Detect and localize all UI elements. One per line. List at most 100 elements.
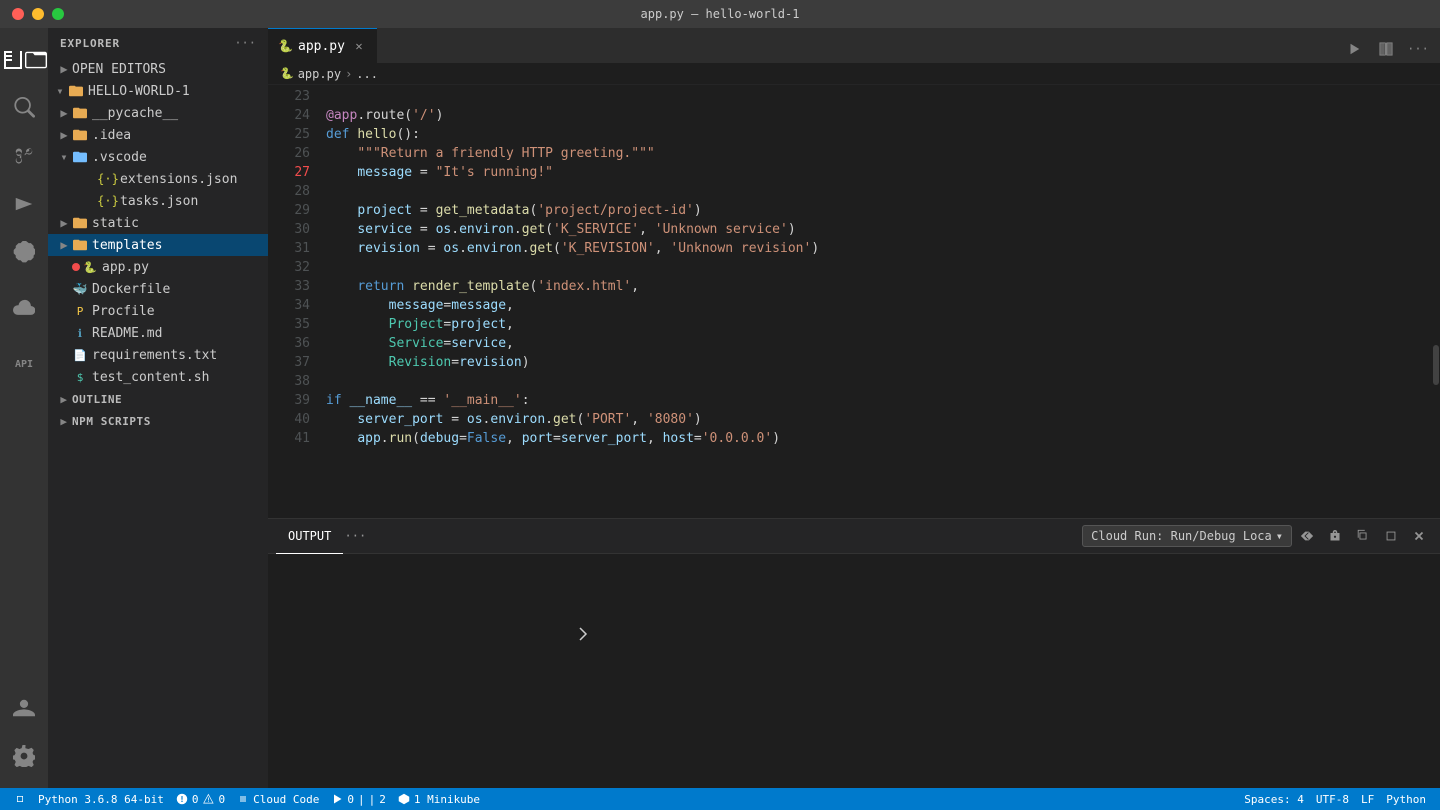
source-control-activity-icon[interactable]	[0, 132, 48, 180]
chevron-down-icon: ▾	[56, 149, 72, 165]
tree-item-vscode[interactable]: ▾ .vscode	[48, 146, 268, 168]
npm-scripts-section[interactable]: ▶ NPM SCRIPTS	[48, 410, 268, 432]
chevron-right-icon: ▶	[56, 105, 72, 121]
json-icon: {·}	[100, 171, 116, 187]
search-activity-icon[interactable]	[0, 84, 48, 132]
split-editor-button[interactable]	[1372, 35, 1400, 63]
tree-item-tasks-json[interactable]: ▶ {·} tasks.json	[48, 190, 268, 212]
status-line-ending[interactable]: LF	[1355, 788, 1380, 810]
outline-section[interactable]: ▶ OUTLINE	[48, 388, 268, 410]
status-remote[interactable]	[8, 788, 32, 810]
output-dropdown[interactable]: Cloud Run: Run/Debug Loca ▾	[1082, 525, 1292, 547]
code-line-40: server_port = os.environ.get('PORT', '80…	[326, 410, 1432, 429]
cloud-code-activity-icon[interactable]	[0, 284, 48, 332]
close-panel-button[interactable]	[1406, 523, 1432, 549]
modified-indicator	[72, 263, 80, 271]
explorer-activity-icon[interactable]	[0, 36, 48, 84]
close-button[interactable]	[12, 8, 24, 20]
lock-output-button[interactable]	[1322, 523, 1348, 549]
breadcrumb-separator: ›	[345, 67, 352, 81]
editor-tab-app-py[interactable]: 🐍 app.py ✕	[268, 28, 377, 63]
docker-icon: 🐳	[72, 281, 88, 297]
sidebar-more-icon[interactable]: ···	[234, 36, 256, 50]
breadcrumb: 🐍 app.py › ...	[268, 63, 1440, 85]
sidebar-header: EXPLORER ···	[48, 28, 268, 58]
file-tree: ▶ OPEN EDITORS ▾ HELLO-WORLD-1 ▶ __pycac…	[48, 58, 268, 788]
main-container: API EXPLORER ···	[0, 28, 1440, 788]
proc-icon: P	[72, 303, 88, 319]
tree-item-app-py[interactable]: 🐍 app.py	[48, 256, 268, 278]
status-cloud-code[interactable]: Cloud Code	[231, 788, 325, 810]
title-bar: app.py — hello-world-1	[0, 0, 1440, 28]
tree-item-readme[interactable]: ▶ ℹ README.md	[48, 322, 268, 344]
code-line-35: Project=project,	[326, 315, 1432, 334]
api-activity-icon[interactable]: API	[0, 340, 48, 388]
tree-item-idea[interactable]: ▶ .idea	[48, 124, 268, 146]
panel-tabs: OUTPUT ··· Cloud Run: Run/Debug Loca ▾	[268, 519, 1440, 554]
status-right: Spaces: 4 UTF-8 LF Python	[1238, 788, 1432, 810]
tree-item-pycache[interactable]: ▶ __pycache__	[48, 102, 268, 124]
code-line-33: return render_template('index.html',	[326, 277, 1432, 296]
code-line-32	[326, 258, 1432, 277]
code-line-24: @app.route('/')	[326, 106, 1432, 125]
tree-item-procfile[interactable]: ▶ P Procfile	[48, 300, 268, 322]
code-line-39: if __name__ == '__main__':	[326, 391, 1432, 410]
code-editor[interactable]: 23 24 25 26 27 28 29 30 31 32 33 34 35 3…	[268, 85, 1440, 518]
tree-item-test-content[interactable]: ▶ $ test_content.sh	[48, 366, 268, 388]
code-line-30: service = os.environ.get('K_SERVICE', 'U…	[326, 220, 1432, 239]
activity-bar-bottom	[0, 684, 48, 788]
chevron-right-icon: ▶	[56, 391, 72, 407]
editor-area: 🐍 app.py ✕ ··· 🐍 app.py › ...	[268, 28, 1440, 788]
settings-activity-icon[interactable]	[0, 732, 48, 780]
tab-bar: 🐍 app.py ✕ ···	[268, 28, 1440, 63]
tab-python-icon: 🐍	[278, 39, 292, 53]
status-python[interactable]: Python 3.6.8 64-bit	[32, 788, 170, 810]
run-activity-icon[interactable]	[0, 180, 48, 228]
minimize-button[interactable]	[32, 8, 44, 20]
activity-bar: API	[0, 28, 48, 788]
tree-item-dockerfile[interactable]: ▶ 🐳 Dockerfile	[48, 278, 268, 300]
folder-open-icon	[72, 149, 88, 165]
status-encoding[interactable]: UTF-8	[1310, 788, 1355, 810]
code-content[interactable]: @app.route('/') def hello(): """Return a…	[318, 85, 1432, 518]
tree-item-templates[interactable]: ▶ templates	[48, 234, 268, 256]
panel-tab-more[interactable]: ···	[343, 524, 367, 548]
clear-output-button[interactable]	[1294, 523, 1320, 549]
project-root[interactable]: ▾ HELLO-WORLD-1	[48, 80, 268, 102]
extensions-activity-icon[interactable]	[0, 228, 48, 276]
open-editors-section[interactable]: ▶ OPEN EDITORS	[48, 58, 268, 80]
sidebar: EXPLORER ··· ▶ OPEN EDITORS ▾ HELLO-WORL…	[48, 28, 268, 788]
status-language[interactable]: Python	[1380, 788, 1432, 810]
json-icon: {·}	[100, 193, 116, 209]
tab-close-button[interactable]: ✕	[351, 38, 367, 54]
code-line-28	[326, 182, 1432, 201]
window-controls	[12, 8, 64, 20]
breadcrumb-rest[interactable]: ...	[356, 67, 378, 81]
panel-tab-output[interactable]: OUTPUT	[276, 519, 343, 554]
status-errors[interactable]: 0 0	[170, 788, 231, 810]
status-minikube[interactable]: 1 Minikube	[392, 788, 486, 810]
editor-panel-container: 23 24 25 26 27 28 29 30 31 32 33 34 35 3…	[268, 85, 1440, 788]
maximize-panel-button[interactable]	[1378, 523, 1404, 549]
tab-actions: ···	[1332, 35, 1440, 63]
panel-content[interactable]	[268, 554, 1440, 788]
code-line-25: def hello():	[326, 125, 1432, 144]
chevron-right-icon: ▶	[56, 127, 72, 143]
scrollbar[interactable]	[1432, 85, 1440, 518]
chevron-right-icon: ▶	[56, 237, 72, 253]
sidebar-title: EXPLORER	[60, 37, 120, 50]
tree-item-extensions-json[interactable]: ▶ {·} extensions.json	[48, 168, 268, 190]
scrollbar-thumb	[1433, 345, 1439, 385]
run-editor-button[interactable]	[1340, 35, 1368, 63]
breadcrumb-filename[interactable]: app.py	[298, 67, 341, 81]
status-spaces[interactable]: Spaces: 4	[1238, 788, 1310, 810]
folder-icon	[72, 237, 88, 253]
more-actions-button[interactable]: ···	[1404, 35, 1432, 63]
code-line-41: app.run(debug=False, port=server_port, h…	[326, 429, 1432, 448]
copy-output-button[interactable]	[1350, 523, 1376, 549]
maximize-button[interactable]	[52, 8, 64, 20]
status-run[interactable]: 0 | | 2	[325, 788, 392, 810]
tree-item-requirements[interactable]: ▶ 📄 requirements.txt	[48, 344, 268, 366]
account-activity-icon[interactable]	[0, 684, 48, 732]
tree-item-static[interactable]: ▶ static	[48, 212, 268, 234]
